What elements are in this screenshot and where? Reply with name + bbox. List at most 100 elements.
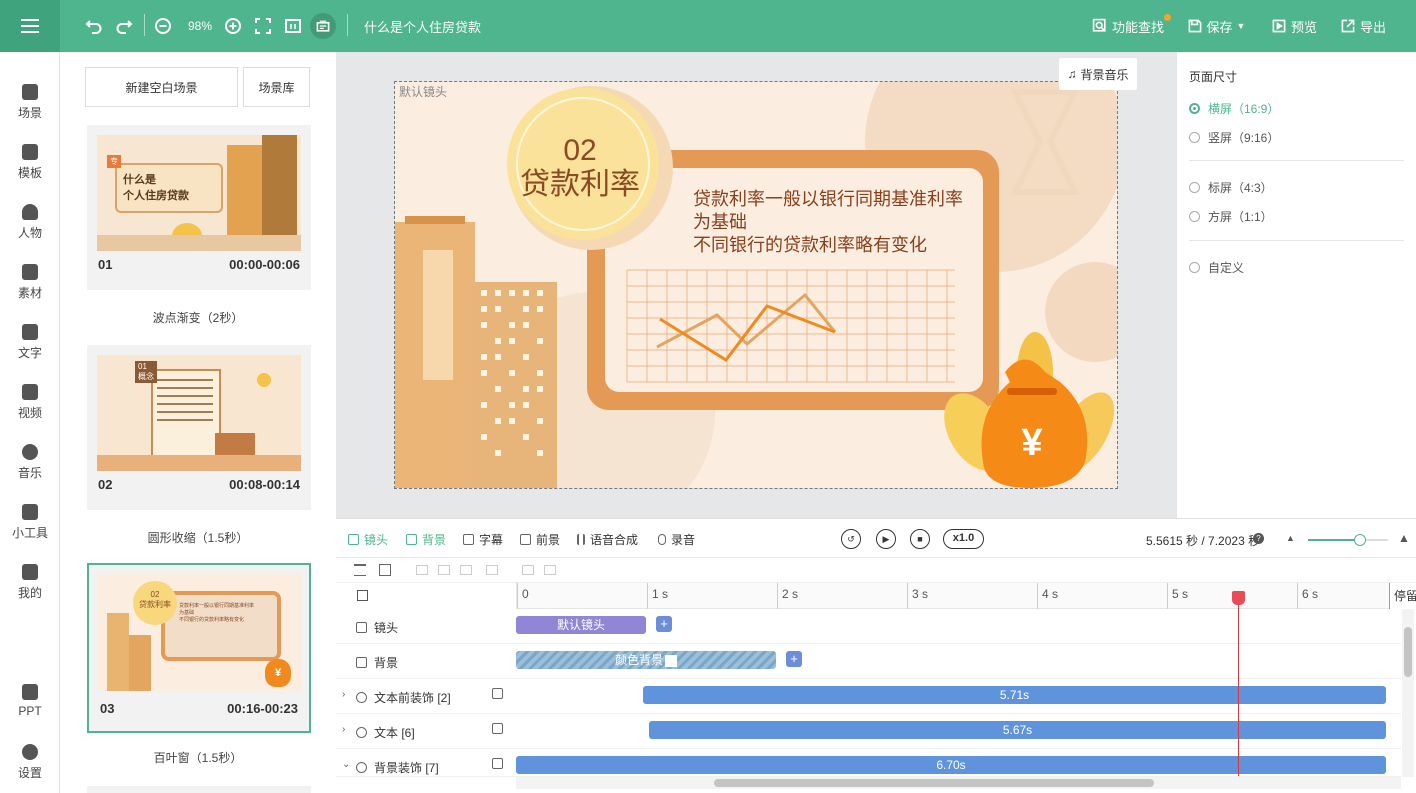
track-clip[interactable]: 6.70s [516,756,1386,774]
radio-landscape[interactable]: 横屏（16:9） [1189,100,1279,117]
radio-square[interactable]: 方屏（1:1） [1189,208,1273,225]
zoom-out-icon[interactable] [152,14,174,38]
radio-label: 横屏（16:9） [1208,102,1280,116]
help-icon[interactable]: ? [1253,533,1264,544]
tool-label: 镜头 [364,533,389,547]
align-center-icon [438,565,450,575]
scene-card-03[interactable]: 02 贷款利率 贷款利率一般以银行同期基准利率 为基础 不同银行的贷款利率略有变化 ¥… [87,563,311,733]
scroll-thumb[interactable] [1404,627,1412,677]
playhead-handle[interactable] [1232,591,1245,605]
new-blank-scene-button[interactable]: 新建空白场景 [85,67,238,107]
undo-icon[interactable] [82,14,106,38]
radio-custom[interactable]: 自定义 [1189,259,1244,276]
lens-clip[interactable]: 默认镜头 [516,616,646,634]
nav-ppt[interactable]: PPT [0,684,60,718]
scene-card-02[interactable]: 01 概念 02 00:08-00:14 [87,345,311,510]
export-track-icon[interactable] [492,758,503,769]
group-icon[interactable] [379,564,391,576]
find-feature-button[interactable]: 功能查找 [1090,14,1166,38]
chevron-down-icon[interactable]: ⌄ [342,759,350,770]
ruler-tick: 2 s [777,583,798,609]
nav-character[interactable]: 人物 [0,204,60,241]
redo-icon[interactable] [112,14,136,38]
nav-label: 模板 [17,166,42,180]
slider-fill [1308,539,1360,541]
tool-record[interactable]: 录音 [658,531,695,548]
thumb-coin-text: 贷款利率 [139,600,171,609]
subtitle-icon[interactable] [310,13,336,39]
chevron-right-icon[interactable]: › [342,724,345,735]
lens-label: 默认镜头 [399,85,448,99]
export-track-icon[interactable] [492,723,503,734]
tool-foreground[interactable]: 前景 [520,531,560,548]
zoom-out-small-icon[interactable]: ▲ [1286,533,1295,543]
nav-template[interactable]: 模板 [0,144,60,181]
nav-video[interactable]: 视频 [0,384,60,421]
tool-background[interactable]: 背景 [406,531,446,548]
menu-icon[interactable] [0,0,60,52]
actual-size-icon[interactable] [282,14,304,38]
nav-tools[interactable]: 小工具 [0,504,60,541]
stage[interactable]: 02 贷款利率 贷款利率一般以银行同期基准利率 为基础 不同银行的贷款利率略有变… [395,82,1117,488]
notification-dot [1164,14,1171,21]
add-lens-button[interactable]: + [656,616,672,632]
nav-label: 文字 [17,346,42,360]
speed-button[interactable]: x1.0 [943,529,984,549]
radio-dot [1189,262,1200,273]
save-button[interactable]: 保存 ▼ [1184,14,1248,38]
ruler-tick: 5 s [1167,583,1188,609]
export-track-icon[interactable] [492,688,503,699]
zoom-level: 98% [187,19,213,33]
timeline-zoom-slider[interactable] [1308,534,1388,546]
scene-transition[interactable]: 圆形收缩（1.5秒） [60,529,336,546]
background-clip[interactable]: 颜色背景 [516,651,776,669]
nav-scene[interactable]: 场景 [0,84,60,121]
scene-card-01[interactable]: 专 什么是 个人住房贷款 01 00:00-00:06 [87,125,311,290]
nav-mine[interactable]: 我的 [0,564,60,601]
timeline-hscrollbar[interactable] [516,777,1401,789]
scene-library-button[interactable]: 场景库 [243,67,310,107]
grid-icon[interactable] [357,590,368,601]
tool-tts[interactable]: 语音合成 [577,531,638,548]
export-button[interactable]: 导出 [1338,14,1388,38]
nav-material[interactable]: 素材 [0,264,60,301]
timeline-vscrollbar[interactable] [1402,609,1414,777]
scene-card-partial [87,786,311,793]
chevron-right-icon[interactable]: › [342,689,345,700]
zoom-in-icon[interactable] [222,14,244,38]
replay-icon[interactable]: ↺ [841,529,861,549]
project-title[interactable]: 什么是个人住房贷款 [364,14,481,38]
scene-transition[interactable]: 百叶窗（1.5秒） [60,749,336,766]
slider-handle[interactable] [1354,534,1366,546]
nav-settings[interactable]: 设置 [0,744,60,781]
nav-music[interactable]: 音乐 [0,444,60,481]
preview-icon [1272,19,1286,33]
bg-music-button[interactable]: ♫ 背景音乐 [1059,58,1137,90]
body-text[interactable]: 贷款利率一般以银行同期基准利率 为基础 不同银行的贷款利率略有变化 [693,188,983,257]
tool-label: 背景 [422,533,447,547]
track-clip[interactable]: 5.71s [643,686,1386,704]
align-left-icon [416,565,428,575]
filter-icon[interactable] [354,564,366,576]
thumb-coin [257,373,271,387]
time-ruler[interactable]: 0 1 s 2 s 3 s 4 s 5 s 6 s 停留 [516,583,1416,609]
fullscreen-icon[interactable] [252,14,274,38]
coin-label: 02 贷款利率 [495,134,665,202]
thumb-ground [97,455,301,471]
tool-subtitle[interactable]: 字幕 [463,531,503,548]
play-icon[interactable]: ▶ [876,529,896,549]
track-clip[interactable]: 5.67s [649,721,1386,739]
zoom-in-small-icon[interactable]: ▲ [1398,531,1410,545]
stop-icon[interactable]: ■ [910,529,930,549]
add-background-button[interactable]: + [786,651,802,667]
nav-text[interactable]: 文字 [0,324,60,361]
tool-lens[interactable]: 镜头 [348,531,388,548]
radio-portrait[interactable]: 竖屏（9:16） [1189,129,1279,146]
radio-standard[interactable]: 标屏（4:3） [1189,179,1273,196]
preview-button[interactable]: 预览 [1268,14,1320,38]
scroll-thumb[interactable] [714,779,1154,787]
search-icon [1092,18,1106,32]
stay-marker[interactable]: 停留 [1389,583,1416,609]
nav-label: 设置 [17,766,42,780]
scene-transition[interactable]: 波点渐变（2秒） [60,309,336,326]
